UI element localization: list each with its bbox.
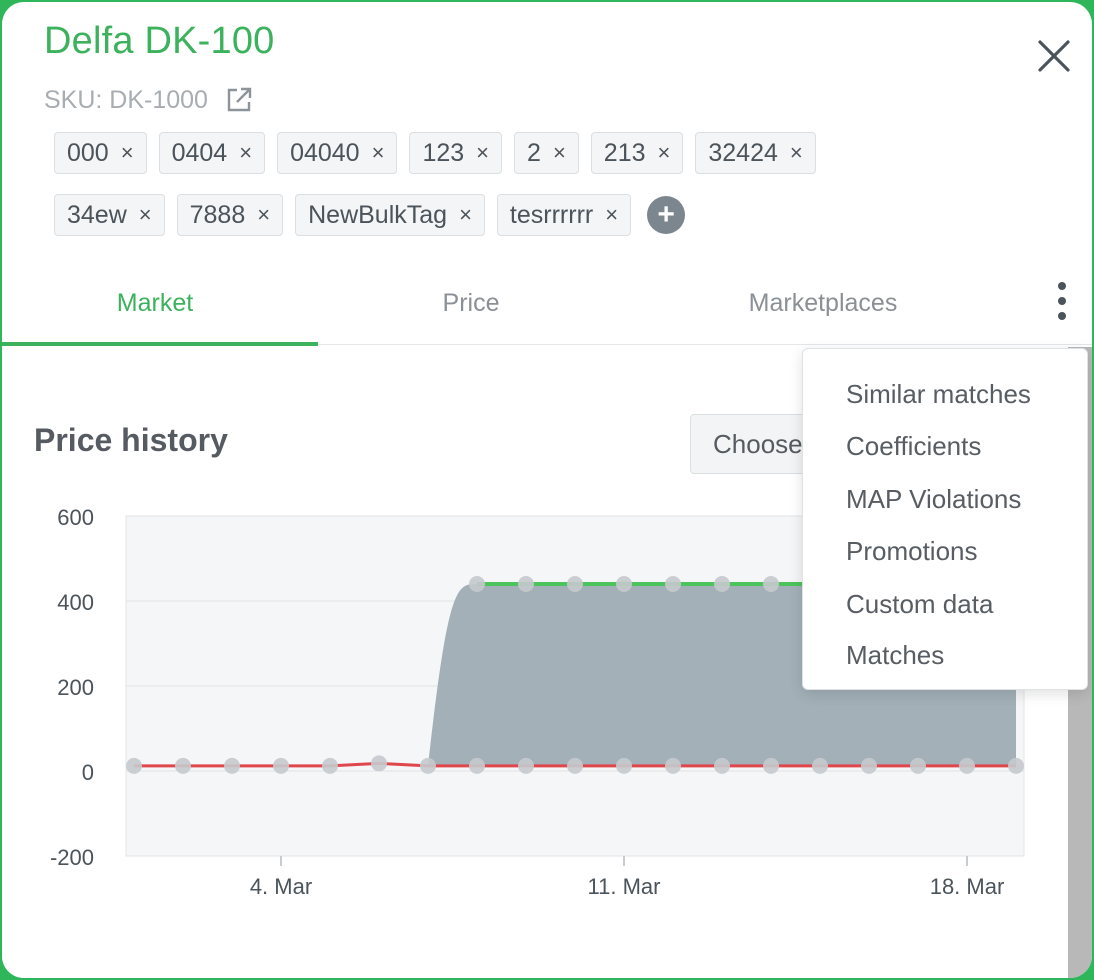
tag-chip: 000 × xyxy=(54,132,147,174)
data-point-lower xyxy=(567,757,583,774)
x-tick-label: 4. Mar xyxy=(250,874,312,899)
tag-chip: NewBulkTag × xyxy=(295,194,485,236)
x-tick-label: 11. Mar xyxy=(588,874,661,899)
tag-label: tesrrrrrr xyxy=(509,200,594,229)
product-title: Delfa DK-100 xyxy=(44,20,275,62)
data-point-lower xyxy=(714,757,730,774)
data-point-lower xyxy=(616,757,632,774)
tag-chip: 34ew × xyxy=(54,194,165,236)
product-detail-panel: Delfa DK-100 SKU: DK-1000 000 × 0404 × 04040… xyxy=(2,2,1092,978)
tag-chip: 0404 × xyxy=(158,132,266,174)
data-point-lower xyxy=(126,757,142,774)
remove-tag-icon[interactable]: × xyxy=(790,140,803,166)
tag-label: 7888 xyxy=(189,200,246,229)
data-point-lower xyxy=(371,755,387,772)
tab-marketplaces[interactable]: Marketplaces xyxy=(642,264,1004,344)
remove-tag-icon[interactable]: × xyxy=(121,140,134,166)
tag-label: 04040 xyxy=(290,138,360,167)
tag-chip: 213 × xyxy=(590,132,684,174)
data-point-lower xyxy=(322,757,338,774)
data-point-lower xyxy=(273,757,289,774)
tag-chip: 32424 × xyxy=(695,132,816,174)
menu-item-custom-data[interactable]: Custom data xyxy=(846,589,993,620)
data-point-lower xyxy=(959,757,975,774)
data-point-lower xyxy=(861,757,877,774)
menu-item-matches[interactable]: Matches xyxy=(846,640,944,671)
data-point-lower xyxy=(763,757,779,774)
data-point-lower xyxy=(812,757,828,774)
tag-chip: 2 × xyxy=(514,132,579,174)
sku-text: SKU: DK-1000 xyxy=(44,85,208,114)
tag-chip: 123 × xyxy=(409,132,503,174)
data-point-upper xyxy=(616,576,632,592)
tag-label: 123 xyxy=(422,138,465,167)
data-point-lower xyxy=(665,757,681,774)
y-tick-label: 600 xyxy=(57,505,94,530)
data-point-upper xyxy=(763,576,779,592)
tag-label: 000 xyxy=(67,138,109,167)
tag-label: 0404 xyxy=(171,138,228,167)
data-point-lower xyxy=(518,757,534,774)
tab-bar: Market Price Marketplaces xyxy=(2,264,1092,346)
data-point-upper xyxy=(567,576,583,592)
remove-tag-icon[interactable]: × xyxy=(476,140,489,166)
remove-tag-icon[interactable]: × xyxy=(459,202,472,228)
tag-chip: 7888 × xyxy=(176,194,284,236)
tag-row: 000 × 0404 × 04040 × 123 × 2 × 213 × 32424 × xyxy=(54,132,816,174)
tag-row: 34ew × 7888 × NewBulkTag × tesrrrrrr × + xyxy=(54,194,686,236)
remove-tag-icon[interactable]: × xyxy=(553,140,566,166)
remove-tag-icon[interactable]: × xyxy=(658,140,671,166)
data-point-lower xyxy=(175,757,191,774)
y-tick-label: 200 xyxy=(57,675,94,700)
tag-label: 32424 xyxy=(708,138,778,167)
tab-price[interactable]: Price xyxy=(318,264,624,344)
x-tick-label: 18. Mar xyxy=(930,874,1005,899)
add-tag-icon[interactable]: + xyxy=(647,196,686,234)
y-tick-label: -200 xyxy=(50,845,94,870)
more-options-icon[interactable] xyxy=(1044,280,1080,328)
data-point-upper xyxy=(665,576,681,592)
more-options-menu: Similar matches Coefficients MAP Violati… xyxy=(802,348,1088,690)
remove-tag-icon[interactable]: × xyxy=(257,202,270,228)
data-point-lower xyxy=(910,757,926,774)
tag-chip: tesrrrrrr × xyxy=(496,194,632,236)
menu-item-map-violations[interactable]: MAP Violations xyxy=(846,484,1021,515)
active-tab-indicator xyxy=(2,342,318,346)
tag-label: 213 xyxy=(603,138,646,167)
data-point-upper xyxy=(469,576,485,592)
data-point-upper xyxy=(714,576,730,592)
data-point-lower xyxy=(420,757,436,774)
y-tick-label: 0 xyxy=(82,760,94,785)
data-point-lower xyxy=(1008,757,1024,774)
remove-tag-icon[interactable]: × xyxy=(372,140,385,166)
menu-item-similar-matches[interactable]: Similar matches xyxy=(846,379,1031,410)
tag-label: 34ew xyxy=(67,200,127,229)
tag-chip: 04040 × xyxy=(277,132,398,174)
menu-item-promotions[interactable]: Promotions xyxy=(846,536,978,567)
y-tick-label: 400 xyxy=(57,590,94,615)
menu-item-coefficients[interactable]: Coefficients xyxy=(846,431,981,462)
data-point-lower xyxy=(224,757,240,774)
tag-label: 2 xyxy=(527,138,541,167)
remove-tag-icon[interactable]: × xyxy=(239,140,252,166)
data-point-upper xyxy=(518,576,534,592)
section-title: Price history xyxy=(34,422,228,458)
remove-tag-icon[interactable]: × xyxy=(605,202,618,228)
close-icon[interactable] xyxy=(1032,34,1076,78)
tag-label: NewBulkTag xyxy=(308,200,448,229)
data-point-lower xyxy=(469,757,485,774)
sku-row: SKU: DK-1000 xyxy=(44,80,254,120)
remove-tag-icon[interactable]: × xyxy=(139,202,152,228)
tab-market[interactable]: Market xyxy=(2,264,308,344)
external-link-icon[interactable] xyxy=(224,85,254,115)
